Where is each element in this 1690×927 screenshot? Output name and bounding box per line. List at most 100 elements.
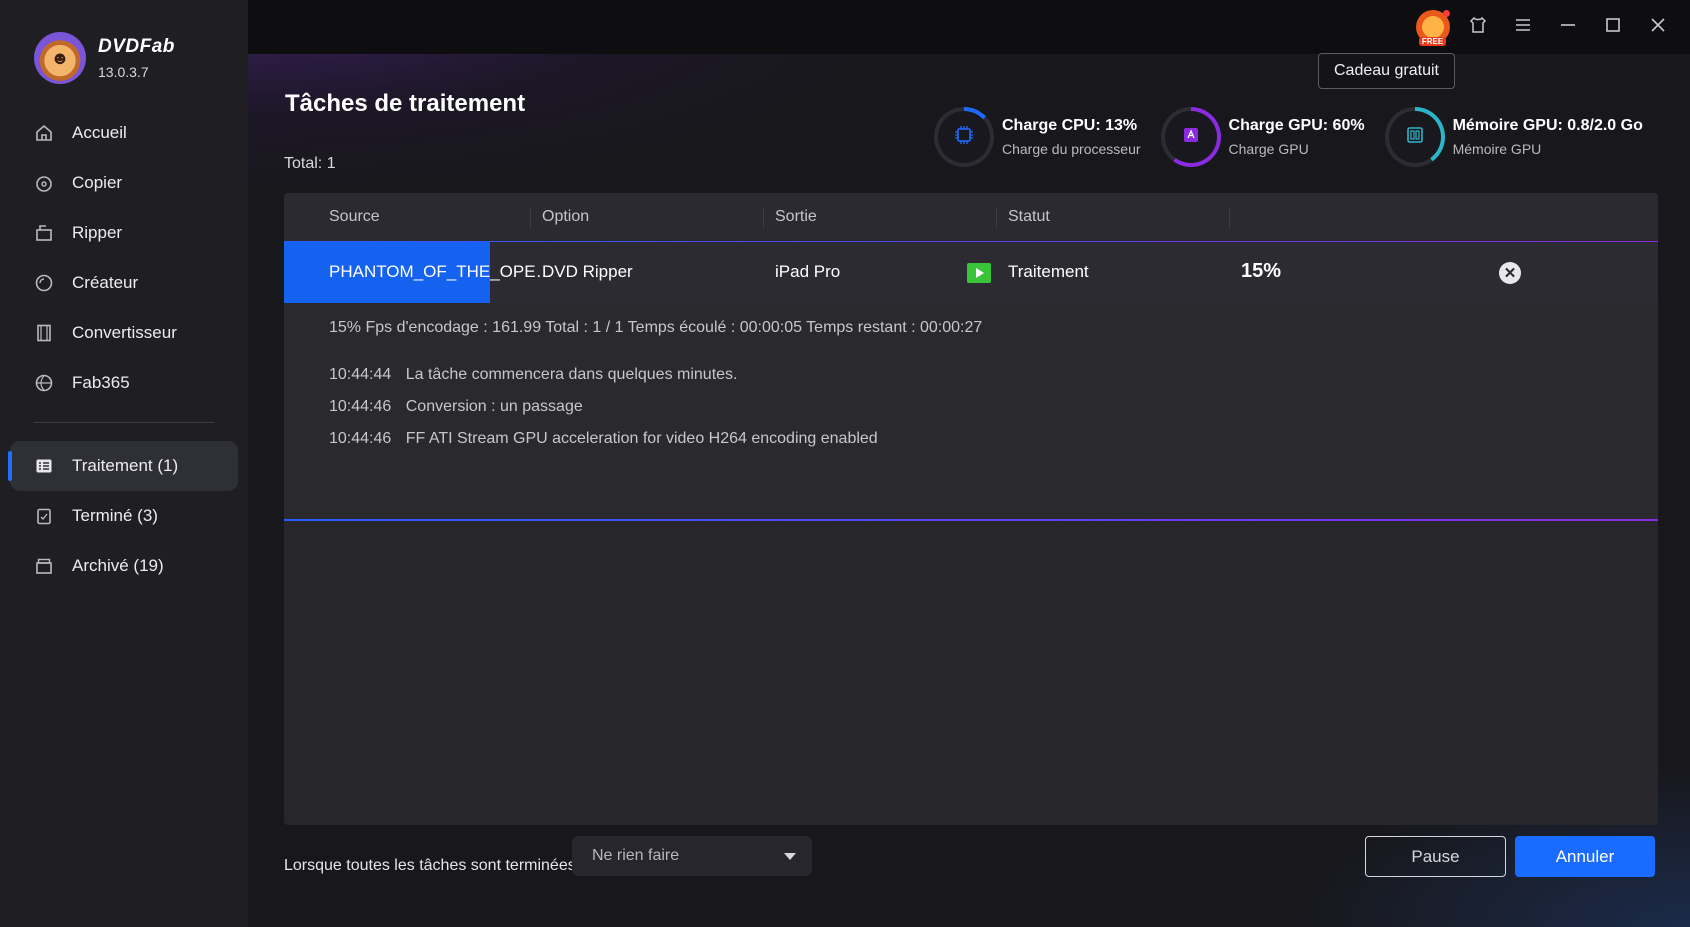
log-time: 10:44:46: [329, 430, 392, 447]
app-logo[interactable]: ☻ DVDFab 13.0.3.7: [34, 32, 175, 84]
notification-dot: [1442, 10, 1450, 17]
task-list-icon: [34, 456, 54, 476]
gpu-memory-subtitle: Mémoire GPU: [1452, 141, 1542, 157]
sidebar-item-label: Ripper: [72, 223, 123, 242]
sidebar-item-termine[interactable]: Terminé (3): [10, 491, 238, 541]
sidebar-item-traitement[interactable]: Traitement (1): [8, 441, 238, 491]
close-icon: [1649, 16, 1667, 39]
sidebar-item-accueil[interactable]: Accueil: [10, 108, 238, 158]
system-stats: Charge CPU: 13% Charge du processeur Cha…: [934, 107, 1663, 167]
hamburger-menu-icon: [1514, 16, 1532, 39]
cpu-load-title: Charge CPU: 13%: [1002, 117, 1138, 134]
sidebar-item-label: Terminé (3): [72, 506, 158, 525]
sidebar-item-createur[interactable]: Créateur: [10, 258, 238, 308]
copy-disc-icon: [34, 173, 54, 193]
maximize-icon: [1604, 16, 1622, 39]
column-header-status: Statut: [1008, 208, 1050, 225]
column-separator: [1229, 208, 1230, 228]
sidebar-item-fab365[interactable]: Fab365: [10, 358, 238, 408]
sidebar-divider: [34, 422, 214, 423]
amd-gpu-icon: [1180, 124, 1202, 151]
gift-icon: FREE: [1415, 10, 1450, 46]
gpu-load-title: Charge GPU: 60%: [1228, 117, 1365, 134]
close-icon: ✕: [1503, 265, 1517, 282]
log-message: Conversion : un passage: [405, 398, 583, 415]
minimize-icon: [1559, 16, 1577, 39]
task-output: iPad Pro: [775, 262, 841, 281]
theme-button[interactable]: [1455, 10, 1500, 44]
task-table: Source Option Sortie Statut PHANTOM_OF_T…: [284, 193, 1658, 825]
task-progress-summary: 15% Fps d'encodage : 161.99 Total : 1 / …: [329, 319, 983, 336]
tshirt-icon: [1469, 16, 1487, 39]
title-bar: FREE: [248, 0, 1690, 54]
gpu-stat: Charge GPU: 60% Charge GPU: [1160, 107, 1365, 167]
sidebar-item-label: Convertisseur: [72, 323, 177, 342]
sidebar-item-label: Traitement (1): [72, 456, 179, 475]
log-entry: 10:44:44 La tâche commencera dans quelqu…: [329, 359, 1658, 391]
task-option: DVD Ripper: [542, 262, 633, 281]
log-message: FF ATI Stream GPU acceleration for video…: [405, 430, 878, 447]
sidebar-item-ripper[interactable]: Ripper: [10, 208, 238, 258]
app-version: 13.0.3.7: [98, 64, 149, 80]
log-time: 10:44:46: [329, 398, 392, 415]
cpu-load-ring: [934, 107, 994, 167]
cancel-button[interactable]: Annuler: [1515, 836, 1655, 877]
free-gift-button[interactable]: FREE: [1410, 10, 1455, 46]
free-badge: FREE: [1418, 37, 1447, 46]
sidebar-item-copier[interactable]: Copier: [10, 158, 238, 208]
menu-button[interactable]: [1500, 10, 1545, 44]
pause-button[interactable]: Pause: [1365, 836, 1506, 877]
gpu-memory-title: Mémoire GPU: 0.8/2.0 Go: [1452, 117, 1643, 134]
gpu-load-subtitle: Charge GPU: [1228, 141, 1309, 157]
column-separator: [996, 208, 997, 228]
column-separator: [530, 208, 531, 228]
on-complete-label: Lorsque toutes les tâches sont terminées…: [284, 857, 585, 874]
task-source: PHANTOM_OF_THE_OPE…: [329, 262, 553, 281]
home-icon: [34, 123, 54, 143]
cpu-load-subtitle: Charge du processeur: [1002, 141, 1141, 157]
column-separator: [763, 208, 764, 228]
remove-task-button[interactable]: ✕: [1499, 262, 1521, 284]
sidebar-item-label: Copier: [72, 173, 123, 192]
sidebar: ☻ DVDFab 13.0.3.7 Accueil Copier Ripper: [0, 0, 248, 927]
log-time: 10:44:44: [329, 366, 392, 383]
fab365-icon: [34, 373, 54, 393]
close-window-button[interactable]: [1635, 10, 1680, 44]
page-title: Tâches de traitement: [285, 90, 526, 117]
task-total: Total: 1: [284, 155, 336, 172]
chevron-down-icon: [784, 853, 796, 860]
column-header-option: Option: [542, 208, 590, 225]
sidebar-item-archive[interactable]: Archivé (19): [10, 541, 238, 591]
sidebar-item-label: Créateur: [72, 273, 139, 292]
cpu-icon: [953, 124, 975, 151]
memory-chip-icon: [1404, 124, 1426, 151]
sidebar-item-label: Fab365: [72, 373, 130, 392]
gift-tooltip: Cadeau gratuit: [1318, 53, 1455, 89]
play-icon[interactable]: [967, 263, 991, 283]
main-panel: FREE Cadeau gratuit Tâches de traitement…: [248, 0, 1690, 927]
maximize-button[interactable]: [1590, 10, 1635, 44]
log-entry: 10:44:46 FF ATI Stream GPU acceleration …: [329, 423, 1658, 455]
task-details: 15% Fps d'encodage : 161.99 Total : 1 / …: [284, 303, 1658, 521]
task-percent: 15%: [1241, 260, 1282, 282]
monkey-logo-icon: ☻: [34, 32, 86, 84]
sidebar-item-label: Accueil: [72, 123, 127, 142]
sidebar-item-convertisseur[interactable]: Convertisseur: [10, 308, 238, 358]
archive-icon: [34, 556, 54, 576]
film-icon: [34, 323, 54, 343]
gpu-load-ring: [1160, 107, 1221, 167]
cpu-stat: Charge CPU: 13% Charge du processeur: [934, 107, 1141, 167]
log-entry: 10:44:46 Conversion : un passage: [329, 391, 1658, 423]
gpu-memory-stat: Mémoire GPU: 0.8/2.0 Go Mémoire GPU: [1384, 107, 1643, 167]
sidebar-item-label: Archivé (19): [72, 556, 164, 575]
creator-disc-icon: [34, 273, 54, 293]
table-row[interactable]: PHANTOM_OF_THE_OPE… DVD Ripper iPad Pro …: [284, 242, 1658, 303]
on-complete-select[interactable]: Ne rien faire: [572, 836, 812, 876]
ripper-icon: [34, 223, 54, 243]
column-header-output: Sortie: [775, 208, 817, 225]
column-header-source: Source: [329, 208, 380, 225]
on-complete-value: Ne rien faire: [592, 847, 680, 864]
app-name: DVDFab: [98, 36, 175, 57]
gpu-memory-ring: [1384, 107, 1445, 167]
minimize-button[interactable]: [1545, 10, 1590, 44]
